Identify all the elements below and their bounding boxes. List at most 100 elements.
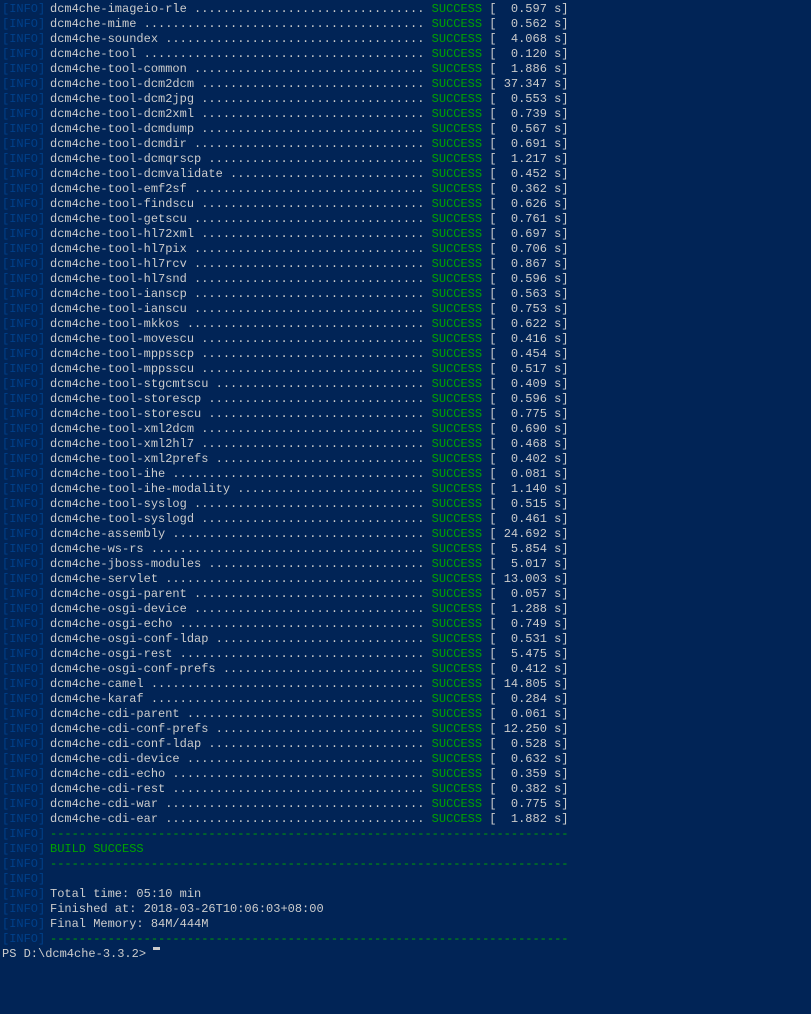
- separator: ----------------------------------------…: [50, 857, 568, 872]
- module-name: dcm4che-osgi-device ....................…: [50, 602, 432, 617]
- module-name: dcm4che-osgi-echo ......................…: [50, 617, 432, 632]
- module-time: [ 0.528 s]: [482, 737, 568, 752]
- module-name: dcm4che-tool-dcmdir ....................…: [50, 137, 432, 152]
- module-status: SUCCESS: [432, 782, 482, 797]
- module-name: dcm4che-tool-movescu ...................…: [50, 332, 432, 347]
- build-module-line: [INFO] dcm4che-tool-storescu ...........…: [2, 407, 811, 422]
- module-name: dcm4che-tool-emf2sf ....................…: [50, 182, 432, 197]
- build-module-line: [INFO] dcm4che-tool-hl7rcv .............…: [2, 257, 811, 272]
- module-time: [ 1.288 s]: [482, 602, 568, 617]
- module-status: SUCCESS: [432, 692, 482, 707]
- build-module-line: [INFO] dcm4che-tool-xml2hl7 ............…: [2, 437, 811, 452]
- build-module-line: [INFO] dcm4che-cdi-war .................…: [2, 797, 811, 812]
- module-time: [ 0.749 s]: [482, 617, 568, 632]
- build-module-line: [INFO] dcm4che-cdi-echo ................…: [2, 767, 811, 782]
- log-level-tag: [INFO]: [2, 107, 50, 122]
- module-time: [ 5.017 s]: [482, 557, 568, 572]
- build-module-line: [INFO] dcm4che-cdi-parent ..............…: [2, 707, 811, 722]
- build-module-line: [INFO] dcm4che-tool-ihe-modality .......…: [2, 482, 811, 497]
- module-status: SUCCESS: [432, 47, 482, 62]
- log-level-tag: [INFO]: [2, 257, 50, 272]
- log-level-tag: [INFO]: [2, 827, 50, 842]
- log-level-tag: [INFO]: [2, 272, 50, 287]
- module-time: [ 0.081 s]: [482, 467, 568, 482]
- log-level-tag: [INFO]: [2, 722, 50, 737]
- build-module-line: [INFO] dcm4che-jboss-modules ...........…: [2, 557, 811, 572]
- module-status: SUCCESS: [432, 497, 482, 512]
- log-level-tag: [INFO]: [2, 572, 50, 587]
- log-level-tag: [INFO]: [2, 632, 50, 647]
- module-status: SUCCESS: [432, 272, 482, 287]
- module-time: [ 0.706 s]: [482, 242, 568, 257]
- module-time: [ 0.057 s]: [482, 587, 568, 602]
- log-level-tag: [INFO]: [2, 377, 50, 392]
- module-name: dcm4che-osgi-conf-ldap .................…: [50, 632, 432, 647]
- log-level-tag: [INFO]: [2, 617, 50, 632]
- module-time: [ 0.567 s]: [482, 122, 568, 137]
- module-time: [ 13.003 s]: [482, 572, 568, 587]
- module-name: dcm4che-tool-ianscu ....................…: [50, 302, 432, 317]
- log-level-tag: [INFO]: [2, 62, 50, 77]
- module-name: dcm4che-tool-syslogd ...................…: [50, 512, 432, 527]
- module-time: [ 0.596 s]: [482, 272, 568, 287]
- module-name: dcm4che-tool-xml2hl7 ...................…: [50, 437, 432, 452]
- module-time: [ 0.412 s]: [482, 662, 568, 677]
- module-status: SUCCESS: [432, 482, 482, 497]
- separator: ----------------------------------------…: [50, 932, 568, 947]
- module-name: dcm4che-tool-dcm2jpg ...................…: [50, 92, 432, 107]
- module-status: SUCCESS: [432, 302, 482, 317]
- module-status: SUCCESS: [432, 182, 482, 197]
- log-level-tag: [INFO]: [2, 317, 50, 332]
- log-level-tag: [INFO]: [2, 647, 50, 662]
- module-status: SUCCESS: [432, 332, 482, 347]
- log-level-tag: [INFO]: [2, 167, 50, 182]
- build-module-line: [INFO] dcm4che-tool-hl7pix .............…: [2, 242, 811, 257]
- log-level-tag: [INFO]: [2, 137, 50, 152]
- log-level-tag: [INFO]: [2, 557, 50, 572]
- module-status: SUCCESS: [432, 77, 482, 92]
- module-time: [ 4.068 s]: [482, 32, 568, 47]
- module-name: dcm4che-tool ...........................…: [50, 47, 432, 62]
- prompt-line[interactable]: PS D:\dcm4che-3.3.2>: [2, 947, 811, 962]
- module-time: [ 0.691 s]: [482, 137, 568, 152]
- summary-finished-at: Finished at: 2018-03-26T10:06:03+08:00: [50, 902, 324, 917]
- shell-prompt[interactable]: PS D:\dcm4che-3.3.2>: [2, 947, 153, 962]
- module-name: dcm4che-tool-hl7rcv ....................…: [50, 257, 432, 272]
- build-module-line: [INFO] dcm4che-imageio-rle .............…: [2, 2, 811, 17]
- module-status: SUCCESS: [432, 212, 482, 227]
- module-name: dcm4che-tool-dcm2dcm ...................…: [50, 77, 432, 92]
- build-module-line: [INFO] dcm4che-osgi-conf-prefs .........…: [2, 662, 811, 677]
- log-level-tag: [INFO]: [2, 707, 50, 722]
- module-time: [ 0.409 s]: [482, 377, 568, 392]
- module-status: SUCCESS: [432, 437, 482, 452]
- module-status: SUCCESS: [432, 557, 482, 572]
- log-level-tag: [INFO]: [2, 347, 50, 362]
- module-time: [ 0.775 s]: [482, 797, 568, 812]
- module-time: [ 0.454 s]: [482, 347, 568, 362]
- log-level-tag: [INFO]: [2, 47, 50, 62]
- module-name: dcm4che-cdi-parent .....................…: [50, 707, 432, 722]
- module-time: [ 5.854 s]: [482, 542, 568, 557]
- log-level-tag: [INFO]: [2, 302, 50, 317]
- module-status: SUCCESS: [432, 662, 482, 677]
- summary-total-time-line: [INFO] Total time: 05:10 min: [2, 887, 811, 902]
- module-time: [ 0.515 s]: [482, 497, 568, 512]
- build-module-line: [INFO] dcm4che-tool-common .............…: [2, 62, 811, 77]
- module-name: dcm4che-tool-common ....................…: [50, 62, 432, 77]
- module-status: SUCCESS: [432, 137, 482, 152]
- summary-final-memory: Final Memory: 84M/444M: [50, 917, 208, 932]
- build-module-line: [INFO] dcm4che-tool-ianscp .............…: [2, 287, 811, 302]
- log-level-tag: [INFO]: [2, 152, 50, 167]
- module-name: dcm4che-cdi-echo .......................…: [50, 767, 432, 782]
- module-status: SUCCESS: [432, 92, 482, 107]
- log-level-tag: [INFO]: [2, 122, 50, 137]
- module-time: [ 1.882 s]: [482, 812, 568, 827]
- module-time: [ 0.753 s]: [482, 302, 568, 317]
- module-time: [ 0.867 s]: [482, 257, 568, 272]
- module-time: [ 0.562 s]: [482, 17, 568, 32]
- log-level-tag: [INFO]: [2, 677, 50, 692]
- module-name: dcm4che-cdi-rest .......................…: [50, 782, 432, 797]
- log-level-tag: [INFO]: [2, 32, 50, 47]
- module-name: dcm4che-assembly .......................…: [50, 527, 432, 542]
- module-time: [ 0.622 s]: [482, 317, 568, 332]
